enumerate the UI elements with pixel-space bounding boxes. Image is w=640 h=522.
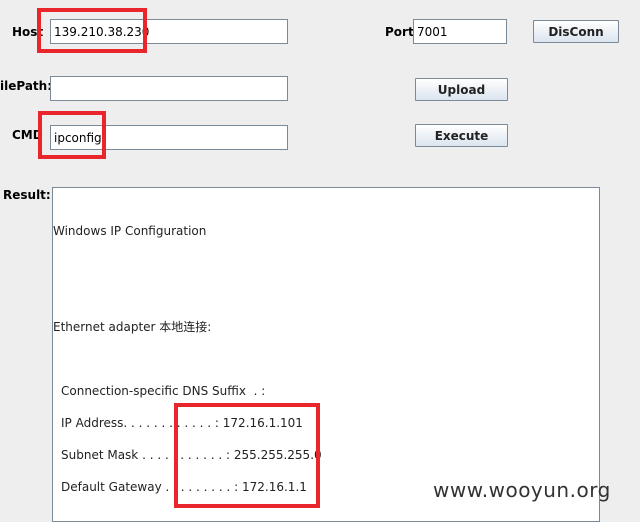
filepath-input[interactable]	[50, 76, 288, 101]
cmd-input[interactable]	[50, 125, 288, 150]
result-line: Subnet Mask . . . . . . . . . . . : 255.…	[61, 448, 322, 462]
filepath-label: ilePath:	[0, 79, 53, 93]
host-input[interactable]	[50, 19, 288, 44]
upload-button[interactable]: Upload	[415, 78, 508, 101]
result-textarea[interactable]: Windows IP Configuration Ethernet adapte…	[52, 187, 600, 522]
port-input[interactable]	[413, 19, 507, 44]
result-line: Default Gateway . . . . . . . . . : 172.…	[61, 480, 307, 494]
disconnect-button[interactable]: DisConn	[533, 20, 619, 43]
host-label: Host	[12, 25, 44, 39]
result-line: IP Address. . . . . . . . . . . . : 172.…	[61, 416, 303, 430]
execute-button[interactable]: Execute	[415, 124, 508, 147]
watermark-text: www.wooyun.org	[433, 478, 611, 502]
result-line: Ethernet adapter 本地连接:	[53, 320, 212, 334]
result-line: Windows IP Configuration	[53, 224, 207, 238]
result-line: Connection-specific DNS Suffix . :	[61, 384, 266, 398]
result-label: Result:	[3, 188, 51, 202]
cmd-label: CMD	[12, 128, 43, 142]
